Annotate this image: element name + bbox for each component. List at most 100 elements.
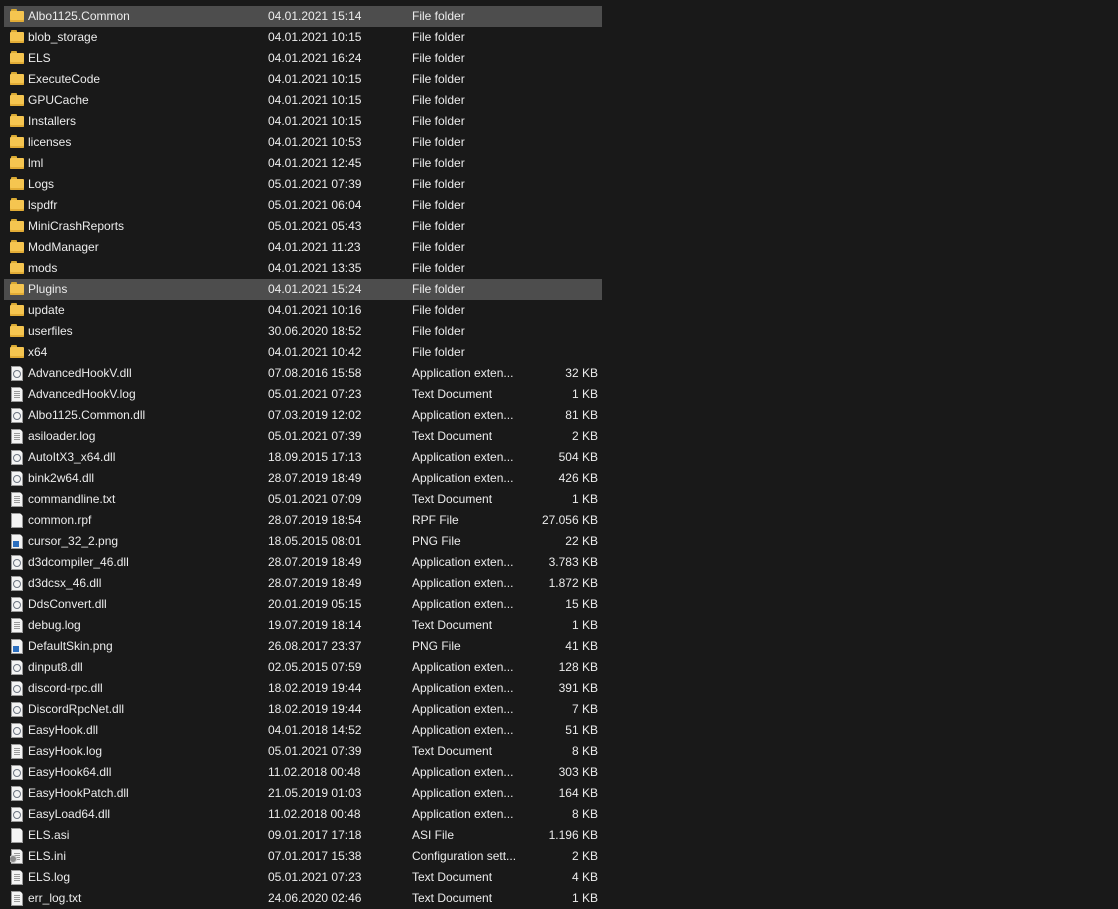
file-name: ELS.asi: [28, 828, 70, 842]
file-name: AutoItX3_x64.dll: [28, 450, 116, 464]
file-list-item[interactable]: dinput8.dll 02.05.2015 07:59 Application e…: [4, 657, 602, 678]
file-list-item[interactable]: d3dcompiler_46.dll 28.07.2019 18:49 Applic…: [4, 552, 602, 573]
file-type: File folder: [412, 177, 465, 191]
file-list-item[interactable]: lml 04.01.2021 12:45 File folder: [4, 153, 602, 174]
folder-icon: [10, 72, 24, 87]
folder-icon: [10, 282, 24, 297]
file-list-item[interactable]: EasyLoad64.dll 11.02.2018 00:48 Applicatio…: [4, 804, 602, 825]
image-file-icon: [10, 534, 24, 549]
file-list-item[interactable]: ELS.ini 07.01.2017 15:38 Configuration set…: [4, 846, 602, 867]
file-list-item[interactable]: ModManager 04.01.2021 11:23 File folder: [4, 237, 602, 258]
folder-icon: [10, 240, 24, 255]
file-list-item[interactable]: asiloader.log 05.01.2021 07:39 Text Docume…: [4, 426, 602, 447]
file-name: cursor_32_2.png: [28, 534, 119, 548]
file-type: File folder: [412, 345, 465, 359]
file-list-item[interactable]: x64 04.01.2021 10:42 File folder: [4, 342, 602, 363]
file-list-item[interactable]: AdvancedHookV.log 05.01.2021 07:23 Text Do…: [4, 384, 602, 405]
file-list-item[interactable]: AutoItX3_x64.dll 18.09.2015 17:13 Applicat…: [4, 447, 602, 468]
file-name: EasyHook64.dll: [28, 765, 112, 779]
file-date-modified: 28.07.2019 18:49: [268, 471, 362, 485]
file-type: Application exten...: [412, 450, 514, 464]
file-size: 8 KB: [571, 807, 598, 821]
file-date-modified: 02.05.2015 07:59: [268, 660, 362, 674]
file-type: File folder: [412, 30, 465, 44]
file-list-item[interactable]: mods 04.01.2021 13:35 File folder: [4, 258, 602, 279]
file-list-item[interactable]: Albo1125.Common 04.01.2021 15:14 File fold…: [4, 6, 602, 27]
file-list-item[interactable]: licenses 04.01.2021 10:53 File folder: [4, 132, 602, 153]
file-list-item[interactable]: GPUCache 04.01.2021 10:15 File folder: [4, 90, 602, 111]
text-file-icon: [10, 492, 24, 507]
file-size: 41 KB: [565, 639, 598, 653]
file-name: update: [28, 303, 65, 317]
file-list: Albo1125.Common 04.01.2021 15:14 File fold…: [4, 6, 602, 909]
file-size: 1 KB: [571, 618, 598, 632]
file-list-item[interactable]: ExecuteCode 04.01.2021 10:15 File folder: [4, 69, 602, 90]
dll-file-icon: [10, 471, 24, 486]
file-type: Text Document: [412, 870, 493, 884]
file-list-item[interactable]: debug.log 19.07.2019 18:14 Text Document 1 …: [4, 615, 602, 636]
file-list-item[interactable]: commandline.txt 05.01.2021 07:09 Text Docu…: [4, 489, 602, 510]
file-list-item[interactable]: ELS.log 05.01.2021 07:23 Text Document 4 KB: [4, 867, 602, 888]
file-name: d3dcsx_46.dll: [28, 576, 102, 590]
file-name: mods: [28, 261, 58, 275]
blank-file-icon: [10, 828, 24, 843]
file-list-item[interactable]: Albo1125.Common.dll 07.03.2019 12:02 Appli…: [4, 405, 602, 426]
file-list-item[interactable]: err_log.txt 24.06.2020 02:46 Text Document…: [4, 888, 602, 909]
file-list-item[interactable]: Plugins 04.01.2021 15:24 File folder: [4, 279, 602, 300]
file-date-modified: 04.01.2021 12:45: [268, 156, 362, 170]
folder-icon: [10, 93, 24, 108]
file-date-modified: 24.06.2020 02:46: [268, 891, 362, 905]
file-list-item[interactable]: lspdfr 05.01.2021 06:04 File folder: [4, 195, 602, 216]
file-name: AdvancedHookV.dll: [28, 366, 132, 380]
file-list-item[interactable]: MiniCrashReports 05.01.2021 05:43 File fol…: [4, 216, 602, 237]
blank-file-icon: [10, 513, 24, 528]
file-list-item[interactable]: ELS.asi 09.01.2017 17:18 ASI File 1.196 KB: [4, 825, 602, 846]
file-type: Application exten...: [412, 471, 514, 485]
file-type: File folder: [412, 240, 465, 254]
file-list-item[interactable]: bink2w64.dll 28.07.2019 18:49 Application …: [4, 468, 602, 489]
dll-file-icon: [10, 681, 24, 696]
file-name: DiscordRpcNet.dll: [28, 702, 125, 716]
file-date-modified: 04.01.2021 13:35: [268, 261, 362, 275]
file-type: Text Document: [412, 387, 493, 401]
file-list-item[interactable]: update 04.01.2021 10:16 File folder: [4, 300, 602, 321]
file-size: 81 KB: [565, 408, 598, 422]
file-size: 22 KB: [565, 534, 598, 548]
file-list-item[interactable]: discord-rpc.dll 18.02.2019 19:44 Applicati…: [4, 678, 602, 699]
folder-icon: [10, 135, 24, 150]
file-size: 15 KB: [565, 597, 598, 611]
file-list-item[interactable]: EasyHook.dll 04.01.2018 14:52 Application …: [4, 720, 602, 741]
file-name: Albo1125.Common.dll: [28, 408, 146, 422]
file-list-item[interactable]: d3dcsx_46.dll 28.07.2019 18:49 Application…: [4, 573, 602, 594]
file-list-item[interactable]: AdvancedHookV.dll 07.08.2016 15:58 Applica…: [4, 363, 602, 384]
text-file-icon: [10, 744, 24, 759]
file-date-modified: 11.02.2018 00:48: [268, 765, 361, 779]
image-file-icon: [10, 639, 24, 654]
file-list-item[interactable]: common.rpf 28.07.2019 18:54 RPF File 27.056…: [4, 510, 602, 531]
file-list-item[interactable]: DdsConvert.dll 20.01.2019 05:15 Applicatio…: [4, 594, 602, 615]
file-name: ModManager: [28, 240, 99, 254]
file-name: ELS.log: [28, 870, 71, 884]
file-list-item[interactable]: blob_storage 04.01.2021 10:15 File folder: [4, 27, 602, 48]
file-date-modified: 18.02.2019 19:44: [268, 681, 362, 695]
file-list-item[interactable]: cursor_32_2.png 18.05.2015 08:01 PNG File 2…: [4, 531, 602, 552]
file-list-item[interactable]: DiscordRpcNet.dll 18.02.2019 19:44 Applica…: [4, 699, 602, 720]
file-type: File folder: [412, 219, 465, 233]
file-list-item[interactable]: EasyHook.log 05.01.2021 07:39 Text Documen…: [4, 741, 602, 762]
file-type: Text Document: [412, 429, 493, 443]
folder-icon: [10, 345, 24, 360]
file-list-item[interactable]: Installers 04.01.2021 10:15 File folder: [4, 111, 602, 132]
file-size: 391 KB: [558, 681, 598, 695]
file-date-modified: 04.01.2021 15:24: [268, 282, 362, 296]
file-date-modified: 11.02.2018 00:48: [268, 807, 361, 821]
file-name: DefaultSkin.png: [28, 639, 113, 653]
file-type: PNG File: [412, 534, 461, 548]
file-list-item[interactable]: userfiles 30.06.2020 18:52 File folder: [4, 321, 602, 342]
file-list-item[interactable]: EasyHook64.dll 11.02.2018 00:48 Applicatio…: [4, 762, 602, 783]
file-list-item[interactable]: DefaultSkin.png 26.08.2017 23:37 PNG File 4…: [4, 636, 602, 657]
file-list-item[interactable]: Logs 05.01.2021 07:39 File folder: [4, 174, 602, 195]
file-list-item[interactable]: ELS 04.01.2021 16:24 File folder: [4, 48, 602, 69]
file-list-item[interactable]: EasyHookPatch.dll 21.05.2019 01:03 Applica…: [4, 783, 602, 804]
file-size: 1.196 KB: [548, 828, 598, 842]
file-date-modified: 04.01.2021 16:24: [268, 51, 362, 65]
